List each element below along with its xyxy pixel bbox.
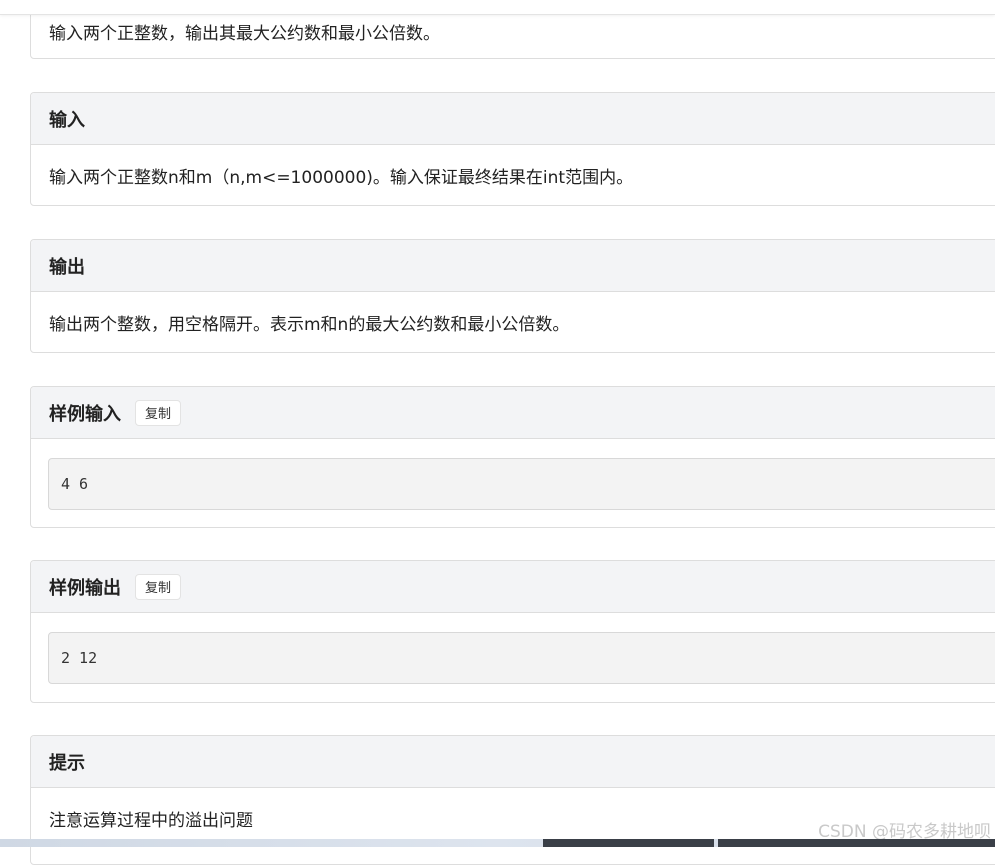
copy-sample-input-button[interactable]: 复制 (135, 399, 182, 426)
output-header: 输出 (31, 240, 995, 292)
output-card: 输出 输出两个整数，用空格隔开。表示m和n的最大公约数和最小公倍数。 (30, 239, 995, 353)
taskbar-dark-segment (543, 839, 714, 847)
sample-output-title: 样例输出 (49, 577, 121, 599)
sample-input-header: 样例输入 复制 (31, 387, 995, 439)
hint-title: 提示 (49, 752, 85, 774)
input-card: 输入 输入两个正整数n和m（n,m<=1000000)。输入保证最终结果在int… (30, 92, 995, 206)
input-title: 输入 (49, 109, 85, 131)
output-description: 输出两个整数，用空格隔开。表示m和n的最大公约数和最小公倍数。 (49, 314, 570, 335)
copy-sample-output-button[interactable]: 复制 (135, 573, 182, 600)
top-bar (0, 0, 995, 15)
hint-header: 提示 (31, 736, 995, 788)
sample-output-code: 2 12 (48, 632, 995, 684)
input-header: 输入 (31, 93, 995, 145)
sample-input-title: 样例输入 (49, 403, 121, 425)
output-title: 输出 (49, 256, 85, 278)
sample-input-card: 样例输入 复制 4 6 (30, 386, 995, 528)
sample-output-card: 样例输出 复制 2 12 (30, 560, 995, 703)
sample-input-code: 4 6 (48, 458, 995, 510)
sample-output-header: 样例输出 复制 (31, 561, 995, 613)
input-description: 输入两个正整数n和m（n,m<=1000000)。输入保证最终结果在int范围内… (49, 167, 634, 188)
taskbar-dark-segment-right (718, 839, 995, 847)
